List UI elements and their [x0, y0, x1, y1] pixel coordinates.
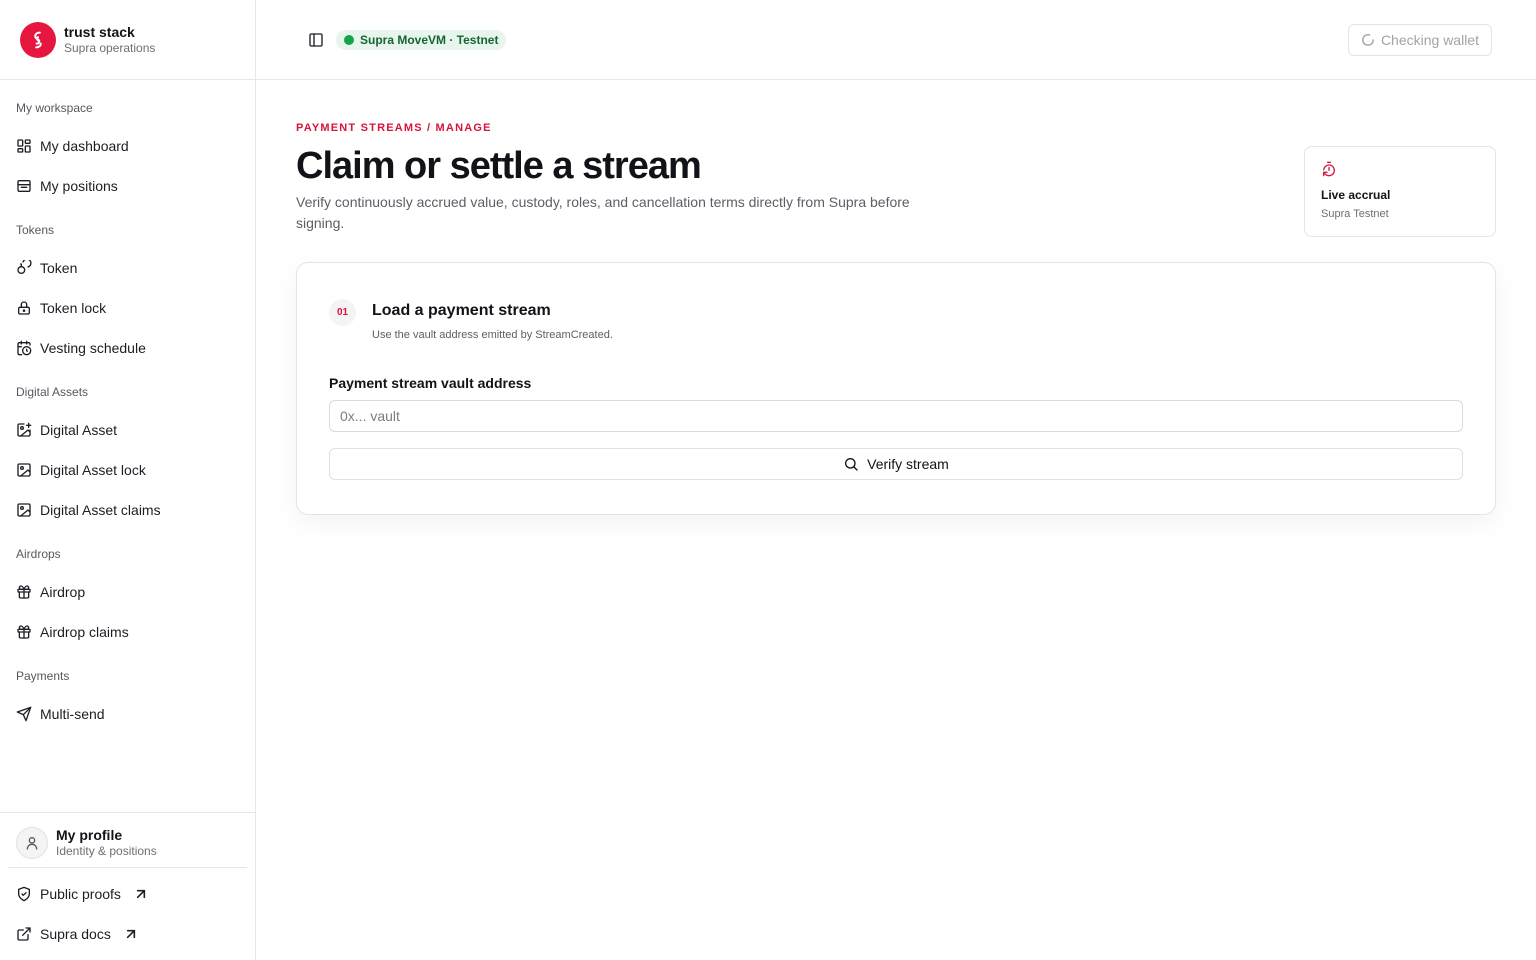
sidebar-item-label: Token lock [40, 300, 107, 316]
nav-group-payments: Payments Multi-send [8, 660, 247, 734]
avatar [16, 827, 48, 859]
sidebar-item-label: Airdrop claims [40, 624, 129, 640]
nav-group-digital-assets: Digital Assets Digital Asset Digital Ass… [8, 376, 247, 530]
calendar-clock-icon [17, 340, 32, 356]
sidebar-nav: My workspace My dashboard My positions T… [0, 80, 255, 812]
external-link-icon [17, 927, 31, 941]
nav-group-tokens: Tokens Token Token lock Vesting schedule [8, 214, 247, 368]
sidebar-item-digital-asset-claims[interactable]: Digital Asset claims [8, 490, 247, 530]
page-description: Verify continuously accrued value, custo… [296, 194, 910, 231]
step-subtitle: Use the vault address emitted by StreamC… [372, 329, 613, 341]
nav-group-label: Payments [16, 669, 70, 683]
sidebar-item-label: My positions [40, 178, 118, 194]
brand-text: trust stack Supra operations [64, 24, 155, 56]
sidebar-item-multi-send[interactable]: Multi-send [8, 694, 247, 734]
sidebar-item-label: Digital Asset claims [40, 502, 161, 518]
step-title: Load a payment stream [372, 302, 551, 319]
step-text: Load a payment stream Use the vault addr… [372, 295, 613, 341]
sidebar-item-token[interactable]: Token [8, 248, 247, 288]
timer-reset-icon [1323, 161, 1335, 177]
brand[interactable]: trust stack Supra operations [0, 0, 255, 80]
status-dot-icon [344, 34, 354, 45]
brand-subtitle: Supra operations [64, 40, 156, 55]
sidebar-item-digital-asset[interactable]: Digital Asset [8, 410, 247, 450]
sidebar-item-label: Digital Asset lock [40, 462, 146, 478]
sidebar-link-public-proofs[interactable]: Public proofs [8, 874, 247, 914]
step-number-badge: 01 [329, 299, 356, 326]
network-badge: Supra MoveVM · Testnet [336, 29, 507, 50]
sidebar-item-label: Vesting schedule [40, 340, 146, 356]
user-icon [26, 837, 38, 850]
nav-group-workspace: My workspace My dashboard My positions [8, 92, 247, 206]
sidebar-item-token-lock[interactable]: Token lock [8, 288, 247, 328]
profile-name: My profile [56, 827, 123, 843]
sidebar-item-label: Digital Asset [40, 422, 118, 438]
sidebar-item-label: Airdrop [40, 584, 86, 600]
wallet-status: Checking wallet [1380, 31, 1479, 48]
dashboard-icon [17, 139, 31, 153]
sidebar-item-vesting-schedule[interactable]: Vesting schedule [8, 328, 247, 368]
app-root: trust stack Supra operations My workspac… [0, 0, 1536, 960]
vault-address-input[interactable] [329, 400, 1463, 432]
brand-name: trust stack [64, 23, 135, 40]
profile-text: My profile Identity & positions [56, 827, 157, 859]
network-label: Supra MoveVM · Testnet [360, 32, 499, 47]
sidebar-item-my-positions[interactable]: My positions [8, 166, 247, 206]
send-icon [16, 706, 32, 722]
accrual-subtitle: Supra Testnet [1321, 208, 1389, 220]
verify-stream-button[interactable]: Verify stream [329, 448, 1463, 480]
wallet-button[interactable]: Checking wallet [1347, 23, 1492, 56]
live-accrual-card: Live accrual Supra Testnet [1304, 146, 1496, 237]
panel-left-icon [309, 32, 323, 47]
brand-logo-icon [20, 21, 56, 58]
main-area: Supra MoveVM · Testnet Checking wallet P… [256, 0, 1536, 960]
gift-icon [17, 585, 31, 599]
loader-icon [1362, 33, 1374, 46]
profile-subtitle: Identity & positions [56, 844, 157, 858]
sidebar-item-label: My dashboard [40, 138, 129, 154]
page-content: PAYMENT STREAMS / MANAGE Claim or settle… [256, 80, 1536, 515]
accrual-title: Live accrual [1321, 188, 1391, 202]
sidebar-item-digital-asset-lock[interactable]: Digital Asset lock [8, 450, 247, 490]
sidebar-footer: My profile Identity & positions Public p… [0, 812, 255, 960]
search-icon [845, 458, 858, 471]
sidebar-item-airdrop-claims[interactable]: Airdrop claims [8, 612, 247, 652]
breadcrumb: PAYMENT STREAMS / MANAGE [296, 122, 492, 134]
profile-link[interactable]: My profile Identity & positions [8, 821, 247, 868]
vault-address-label: Payment stream vault address [329, 375, 532, 391]
arrow-up-right-icon [136, 889, 146, 899]
load-stream-card: 01 Load a payment stream Use the vault a… [296, 262, 1496, 515]
nav-group-airdrops: Airdrops Airdrop Airdrop claims [8, 538, 247, 652]
sidebar-item-label: Token [40, 260, 78, 276]
sidebar-toggle-button[interactable] [304, 28, 328, 52]
verify-stream-label: Verify stream [867, 456, 949, 472]
shield-check-icon [18, 886, 30, 902]
lock-icon [18, 301, 30, 315]
arrow-up-right-icon [126, 929, 135, 939]
nav-group-label: My workspace [16, 101, 93, 115]
image-icon [17, 463, 31, 477]
step-header: 01 Load a payment stream Use the vault a… [329, 295, 1463, 341]
image-plus-icon [17, 422, 32, 437]
sidebar-item-label: Public proofs [40, 886, 121, 902]
sidebar-item-label: Multi-send [40, 706, 105, 722]
nav-group-label: Tokens [16, 223, 55, 237]
sidebar-item-airdrop[interactable]: Airdrop [8, 572, 247, 612]
gift-icon [17, 625, 31, 639]
coins-icon [17, 260, 32, 274]
nav-group-label: Digital Assets [16, 385, 89, 399]
topbar: Supra MoveVM · Testnet Checking wallet [256, 0, 1536, 80]
positions-icon [17, 180, 31, 192]
sidebar-item-my-dashboard[interactable]: My dashboard [8, 126, 247, 166]
sidebar: trust stack Supra operations My workspac… [0, 0, 256, 960]
sidebar-link-supra-docs[interactable]: Supra docs [8, 914, 247, 954]
image-icon [17, 503, 31, 517]
sidebar-item-label: Supra docs [40, 926, 111, 942]
nav-group-label: Airdrops [16, 547, 61, 561]
